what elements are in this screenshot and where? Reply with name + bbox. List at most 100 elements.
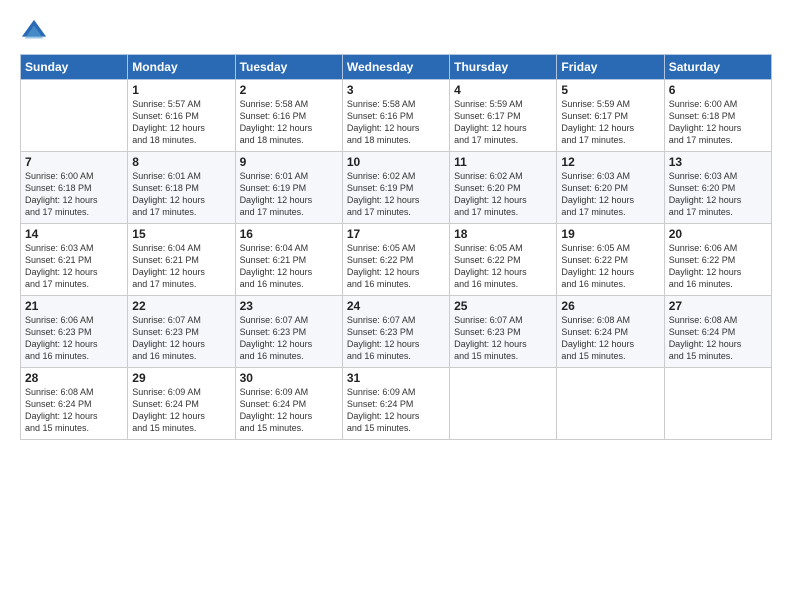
day-info: Sunrise: 6:09 AMSunset: 6:24 PMDaylight:…	[240, 386, 338, 435]
day-cell: 17Sunrise: 6:05 AMSunset: 6:22 PMDayligh…	[342, 224, 449, 296]
day-cell: 3Sunrise: 5:58 AMSunset: 6:16 PMDaylight…	[342, 80, 449, 152]
day-info: Sunrise: 6:01 AMSunset: 6:18 PMDaylight:…	[132, 170, 230, 219]
day-number: 24	[347, 299, 445, 313]
day-number: 15	[132, 227, 230, 241]
day-number: 7	[25, 155, 123, 169]
col-header-wednesday: Wednesday	[342, 55, 449, 80]
day-number: 16	[240, 227, 338, 241]
day-info: Sunrise: 6:00 AMSunset: 6:18 PMDaylight:…	[669, 98, 767, 147]
day-info: Sunrise: 5:59 AMSunset: 6:17 PMDaylight:…	[454, 98, 552, 147]
day-number: 30	[240, 371, 338, 385]
week-row-2: 7Sunrise: 6:00 AMSunset: 6:18 PMDaylight…	[21, 152, 772, 224]
day-cell: 29Sunrise: 6:09 AMSunset: 6:24 PMDayligh…	[128, 368, 235, 440]
day-cell: 7Sunrise: 6:00 AMSunset: 6:18 PMDaylight…	[21, 152, 128, 224]
day-number: 20	[669, 227, 767, 241]
day-cell: 11Sunrise: 6:02 AMSunset: 6:20 PMDayligh…	[450, 152, 557, 224]
day-cell: 19Sunrise: 6:05 AMSunset: 6:22 PMDayligh…	[557, 224, 664, 296]
day-info: Sunrise: 6:06 AMSunset: 6:22 PMDaylight:…	[669, 242, 767, 291]
col-header-tuesday: Tuesday	[235, 55, 342, 80]
day-number: 11	[454, 155, 552, 169]
day-cell: 22Sunrise: 6:07 AMSunset: 6:23 PMDayligh…	[128, 296, 235, 368]
week-row-4: 21Sunrise: 6:06 AMSunset: 6:23 PMDayligh…	[21, 296, 772, 368]
day-info: Sunrise: 6:08 AMSunset: 6:24 PMDaylight:…	[669, 314, 767, 363]
day-cell: 13Sunrise: 6:03 AMSunset: 6:20 PMDayligh…	[664, 152, 771, 224]
day-number: 6	[669, 83, 767, 97]
col-header-sunday: Sunday	[21, 55, 128, 80]
day-info: Sunrise: 6:07 AMSunset: 6:23 PMDaylight:…	[454, 314, 552, 363]
week-row-3: 14Sunrise: 6:03 AMSunset: 6:21 PMDayligh…	[21, 224, 772, 296]
day-cell: 26Sunrise: 6:08 AMSunset: 6:24 PMDayligh…	[557, 296, 664, 368]
day-number: 1	[132, 83, 230, 97]
day-number: 22	[132, 299, 230, 313]
day-info: Sunrise: 6:05 AMSunset: 6:22 PMDaylight:…	[454, 242, 552, 291]
day-info: Sunrise: 6:05 AMSunset: 6:22 PMDaylight:…	[347, 242, 445, 291]
day-number: 21	[25, 299, 123, 313]
week-row-5: 28Sunrise: 6:08 AMSunset: 6:24 PMDayligh…	[21, 368, 772, 440]
day-cell: 2Sunrise: 5:58 AMSunset: 6:16 PMDaylight…	[235, 80, 342, 152]
col-header-thursday: Thursday	[450, 55, 557, 80]
day-info: Sunrise: 6:01 AMSunset: 6:19 PMDaylight:…	[240, 170, 338, 219]
day-number: 10	[347, 155, 445, 169]
day-cell: 5Sunrise: 5:59 AMSunset: 6:17 PMDaylight…	[557, 80, 664, 152]
day-cell	[557, 368, 664, 440]
day-cell: 1Sunrise: 5:57 AMSunset: 6:16 PMDaylight…	[128, 80, 235, 152]
day-number: 25	[454, 299, 552, 313]
day-number: 2	[240, 83, 338, 97]
day-cell	[450, 368, 557, 440]
day-number: 13	[669, 155, 767, 169]
day-info: Sunrise: 6:02 AMSunset: 6:20 PMDaylight:…	[454, 170, 552, 219]
logo-icon	[20, 18, 48, 46]
col-header-friday: Friday	[557, 55, 664, 80]
day-number: 29	[132, 371, 230, 385]
day-number: 23	[240, 299, 338, 313]
day-info: Sunrise: 6:03 AMSunset: 6:20 PMDaylight:…	[561, 170, 659, 219]
week-row-1: 1Sunrise: 5:57 AMSunset: 6:16 PMDaylight…	[21, 80, 772, 152]
day-cell: 23Sunrise: 6:07 AMSunset: 6:23 PMDayligh…	[235, 296, 342, 368]
col-header-saturday: Saturday	[664, 55, 771, 80]
day-info: Sunrise: 6:04 AMSunset: 6:21 PMDaylight:…	[132, 242, 230, 291]
day-info: Sunrise: 6:07 AMSunset: 6:23 PMDaylight:…	[132, 314, 230, 363]
day-number: 9	[240, 155, 338, 169]
day-cell: 27Sunrise: 6:08 AMSunset: 6:24 PMDayligh…	[664, 296, 771, 368]
day-cell: 16Sunrise: 6:04 AMSunset: 6:21 PMDayligh…	[235, 224, 342, 296]
day-number: 8	[132, 155, 230, 169]
day-cell: 12Sunrise: 6:03 AMSunset: 6:20 PMDayligh…	[557, 152, 664, 224]
day-number: 19	[561, 227, 659, 241]
day-info: Sunrise: 5:58 AMSunset: 6:16 PMDaylight:…	[347, 98, 445, 147]
col-header-monday: Monday	[128, 55, 235, 80]
day-cell: 31Sunrise: 6:09 AMSunset: 6:24 PMDayligh…	[342, 368, 449, 440]
day-cell: 20Sunrise: 6:06 AMSunset: 6:22 PMDayligh…	[664, 224, 771, 296]
day-info: Sunrise: 6:03 AMSunset: 6:21 PMDaylight:…	[25, 242, 123, 291]
day-cell: 4Sunrise: 5:59 AMSunset: 6:17 PMDaylight…	[450, 80, 557, 152]
day-cell: 21Sunrise: 6:06 AMSunset: 6:23 PMDayligh…	[21, 296, 128, 368]
day-cell	[21, 80, 128, 152]
day-number: 17	[347, 227, 445, 241]
day-info: Sunrise: 6:00 AMSunset: 6:18 PMDaylight:…	[25, 170, 123, 219]
day-cell: 30Sunrise: 6:09 AMSunset: 6:24 PMDayligh…	[235, 368, 342, 440]
header	[20, 18, 772, 46]
day-cell	[664, 368, 771, 440]
day-number: 27	[669, 299, 767, 313]
day-info: Sunrise: 5:58 AMSunset: 6:16 PMDaylight:…	[240, 98, 338, 147]
day-cell: 6Sunrise: 6:00 AMSunset: 6:18 PMDaylight…	[664, 80, 771, 152]
day-cell: 25Sunrise: 6:07 AMSunset: 6:23 PMDayligh…	[450, 296, 557, 368]
day-cell: 24Sunrise: 6:07 AMSunset: 6:23 PMDayligh…	[342, 296, 449, 368]
day-info: Sunrise: 6:08 AMSunset: 6:24 PMDaylight:…	[25, 386, 123, 435]
day-info: Sunrise: 6:05 AMSunset: 6:22 PMDaylight:…	[561, 242, 659, 291]
day-number: 14	[25, 227, 123, 241]
day-number: 12	[561, 155, 659, 169]
day-info: Sunrise: 6:04 AMSunset: 6:21 PMDaylight:…	[240, 242, 338, 291]
day-info: Sunrise: 5:59 AMSunset: 6:17 PMDaylight:…	[561, 98, 659, 147]
day-info: Sunrise: 6:07 AMSunset: 6:23 PMDaylight:…	[240, 314, 338, 363]
day-info: Sunrise: 6:03 AMSunset: 6:20 PMDaylight:…	[669, 170, 767, 219]
page: SundayMondayTuesdayWednesdayThursdayFrid…	[0, 0, 792, 612]
day-number: 31	[347, 371, 445, 385]
day-cell: 9Sunrise: 6:01 AMSunset: 6:19 PMDaylight…	[235, 152, 342, 224]
day-info: Sunrise: 6:02 AMSunset: 6:19 PMDaylight:…	[347, 170, 445, 219]
day-cell: 14Sunrise: 6:03 AMSunset: 6:21 PMDayligh…	[21, 224, 128, 296]
day-cell: 28Sunrise: 6:08 AMSunset: 6:24 PMDayligh…	[21, 368, 128, 440]
logo	[20, 18, 52, 46]
day-number: 26	[561, 299, 659, 313]
day-cell: 8Sunrise: 6:01 AMSunset: 6:18 PMDaylight…	[128, 152, 235, 224]
day-info: Sunrise: 6:07 AMSunset: 6:23 PMDaylight:…	[347, 314, 445, 363]
